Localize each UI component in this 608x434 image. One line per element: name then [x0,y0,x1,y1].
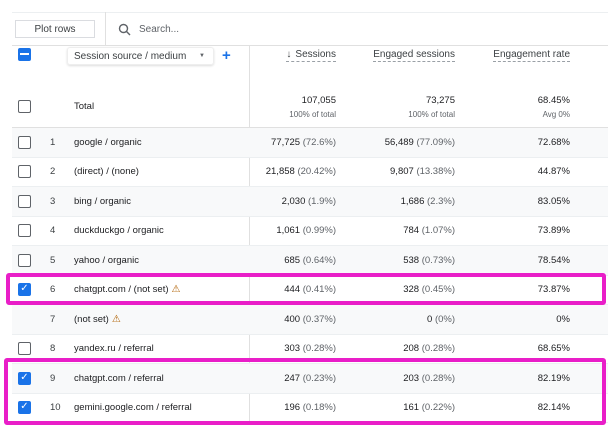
row-sessions: 247 (0.23%) [284,372,336,384]
row-rate: 82.14% [537,402,570,414]
sort-down-arrow-icon: ↓ [286,49,292,60]
warning-icon: ⚠ [171,284,181,296]
row-sessions: 2,030 (1.9%) [281,195,336,207]
row-checkbox[interactable] [18,224,31,238]
row-checkbox[interactable] [18,194,31,208]
table-row[interactable]: 8 yandex.ru / referral 303 (0.28%) 208 (… [12,335,608,364]
column-engagement-rate[interactable]: Engagement rate [493,49,570,62]
row-checkbox[interactable] [18,100,31,113]
row-index: 7 [50,313,56,325]
select-all-checkbox[interactable] [18,48,31,61]
row-source-medium[interactable]: chatgpt.com / referral [74,373,164,384]
row-source-medium[interactable]: google / organic [74,137,142,148]
row-sessions: 685 (0.64%) [284,254,336,266]
row-rate: 0% [556,313,570,325]
row-source-medium[interactable]: yahoo / organic [74,255,139,266]
table-row[interactable]: 5 yahoo / organic 685 (0.64%) 538 (0.73%… [12,246,608,276]
row-engaged: 328 (0.45%) [403,284,455,296]
row-engaged: 0 (0%) [427,313,455,325]
row-rate: 68.65% [537,343,570,355]
row-checkbox[interactable] [18,135,31,149]
row-sessions: 1,061 (0.99%) [276,225,336,237]
row-engaged: 538 (0.73%) [403,254,455,266]
row-rate: 78.54% [537,254,570,266]
column-engaged-sessions[interactable]: Engaged sessions [373,49,455,62]
table-row[interactable]: 4 duckduckgo / organic 1,061 (0.99%) 784… [12,217,608,246]
table-row[interactable]: ✓ 10 gemini.google.com / referral 196 (0.… [12,394,608,423]
row-engaged: 56,489 (77.09%) [384,136,455,148]
row-source-medium[interactable]: chatgpt.com / (not set) ⚠ [74,284,180,295]
divider [105,12,106,46]
dimension-selector[interactable]: Session source / medium ▼ [67,47,214,65]
search-placeholder: Search... [139,23,180,35]
row-engaged: 203 (0.28%) [403,372,455,384]
toolbar: Plot rows Search... [12,12,608,46]
row-sessions: 77,725 (72.6%) [271,136,336,148]
table-row[interactable]: 1 google / organic 77,725 (72.6%) 56,489… [12,128,608,158]
row-index: 8 [50,343,56,355]
row-engaged: 784 (1.07%) [403,225,455,237]
row-rate: 73.89% [537,225,570,237]
row-engaged: 161 (0.22%) [403,402,455,414]
row-checkbox[interactable] [18,342,31,356]
total-sessions: 107,055 100% of total [289,94,336,119]
row-index: 9 [50,372,56,384]
search-input[interactable]: Search... [118,23,179,36]
table-header: Session source / medium ▼ + ↓ Sessions Eng… [0,46,608,86]
row-engaged: 1,686 (2.3%) [400,195,455,207]
table-row[interactable]: ✓ 9 chatgpt.com / referral 247 (0.23%) 20… [12,364,608,394]
row-index: 6 [50,284,56,296]
table-row[interactable]: 2 (direct) / (none) 21,858 (20.42%) 9,80… [12,158,608,187]
row-rate: 82.19% [537,372,570,384]
row-rate: 83.05% [537,195,570,207]
row-checkbox[interactable] [18,165,31,179]
row-source-medium[interactable]: (not set) ⚠ [74,314,121,325]
row-rate: 73.87% [537,284,570,296]
row-sessions: 21,858 (20.42%) [265,166,336,178]
row-source-medium[interactable]: gemini.google.com / referral [74,402,192,413]
row-engaged: 9,807 (13.38%) [390,166,455,178]
row-source-medium[interactable]: duckduckgo / organic [74,225,164,236]
row-index: 4 [50,225,56,237]
row-checkbox[interactable]: ✓ [18,401,31,415]
row-sessions: 303 (0.28%) [284,343,336,355]
search-icon [118,23,131,35]
total-row: Total 107,055 100% of total 73,275 100% of… [12,86,608,128]
row-index: 1 [50,136,56,148]
row-index: 10 [50,402,61,414]
row-index: 3 [50,195,56,207]
row-source-medium[interactable]: bing / organic [74,196,131,207]
total-engaged: 73,275 100% of total [408,94,455,119]
row-sessions: 196 (0.18%) [284,402,336,414]
table-row[interactable]: 7 (not set) ⚠ 400 (0.37%) 0 (0%) 0% [12,305,608,335]
table-row[interactable]: ✓ 6 chatgpt.com / (not set) ⚠ 444 (0.41%) … [12,276,608,305]
row-checkbox[interactable]: ✓ [18,371,31,385]
table-row[interactable]: 3 bing / organic 2,030 (1.9%) 1,686 (2.3… [12,187,608,217]
row-rate: 72.68% [537,136,570,148]
row-checkbox[interactable] [18,253,31,267]
row-index: 2 [50,166,56,178]
row-index: 5 [50,254,56,266]
row-source-medium[interactable]: yandex.ru / referral [74,343,154,354]
total-rate: 68.45% Avg 0% [537,94,570,119]
dropdown-caret-icon: ▼ [199,53,205,59]
row-engaged: 208 (0.28%) [403,343,455,355]
warning-icon: ⚠ [111,313,121,325]
column-label: Sessions [295,49,336,60]
row-source-medium[interactable]: (direct) / (none) [74,166,139,177]
row-sessions: 400 (0.37%) [284,313,336,325]
add-dimension-button[interactable]: + [222,47,231,64]
plot-rows-button[interactable]: Plot rows [15,20,95,38]
row-rate: 44.87% [537,166,570,178]
total-label: Total [74,101,95,112]
dimension-label: Session source / medium [74,50,187,62]
row-sessions: 444 (0.41%) [284,284,336,296]
column-sessions[interactable]: ↓ Sessions [286,49,336,62]
row-checkbox[interactable]: ✓ [18,283,31,297]
